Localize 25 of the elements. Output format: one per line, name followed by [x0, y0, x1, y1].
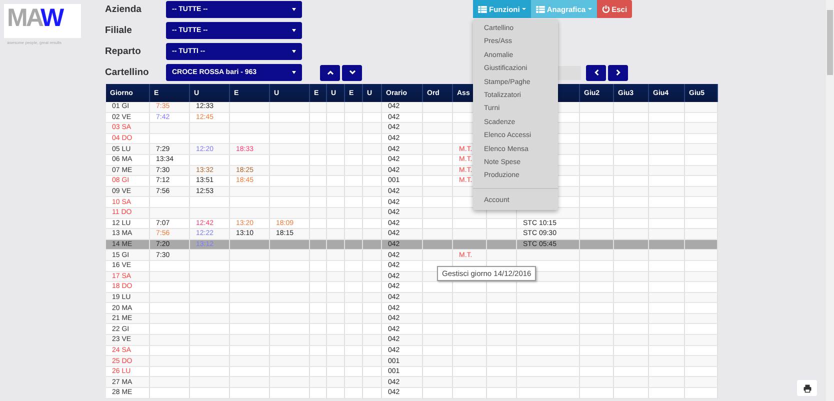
chevron-up-icon: [326, 70, 334, 75]
filter-label: Reparto: [105, 46, 142, 57]
scrollbar[interactable]: [826, 0, 834, 401]
caret-icon: [522, 8, 526, 10]
filter-label: Azienda: [105, 4, 142, 15]
filter-label: Cartellino: [105, 67, 150, 78]
next-button[interactable]: [608, 64, 628, 80]
filter-label: Filiale: [105, 25, 133, 36]
print-button[interactable]: [797, 380, 817, 396]
caret-icon: [292, 29, 296, 32]
caret-icon: [588, 8, 592, 10]
printer-icon: [802, 384, 812, 392]
logo-text: MAW: [7, 6, 62, 30]
caret-icon: [292, 71, 296, 74]
chevron-left-icon: [594, 69, 598, 76]
list-icon: [478, 6, 487, 12]
list-icon: [536, 6, 545, 12]
down-button[interactable]: [342, 64, 362, 80]
previous-button[interactable]: [586, 64, 606, 80]
up-button[interactable]: [320, 64, 340, 80]
chevron-right-icon: [616, 69, 620, 76]
chevron-down-icon: [348, 70, 356, 75]
caret-icon: [292, 8, 296, 11]
caret-icon: [292, 50, 296, 53]
power-icon: [602, 5, 610, 13]
